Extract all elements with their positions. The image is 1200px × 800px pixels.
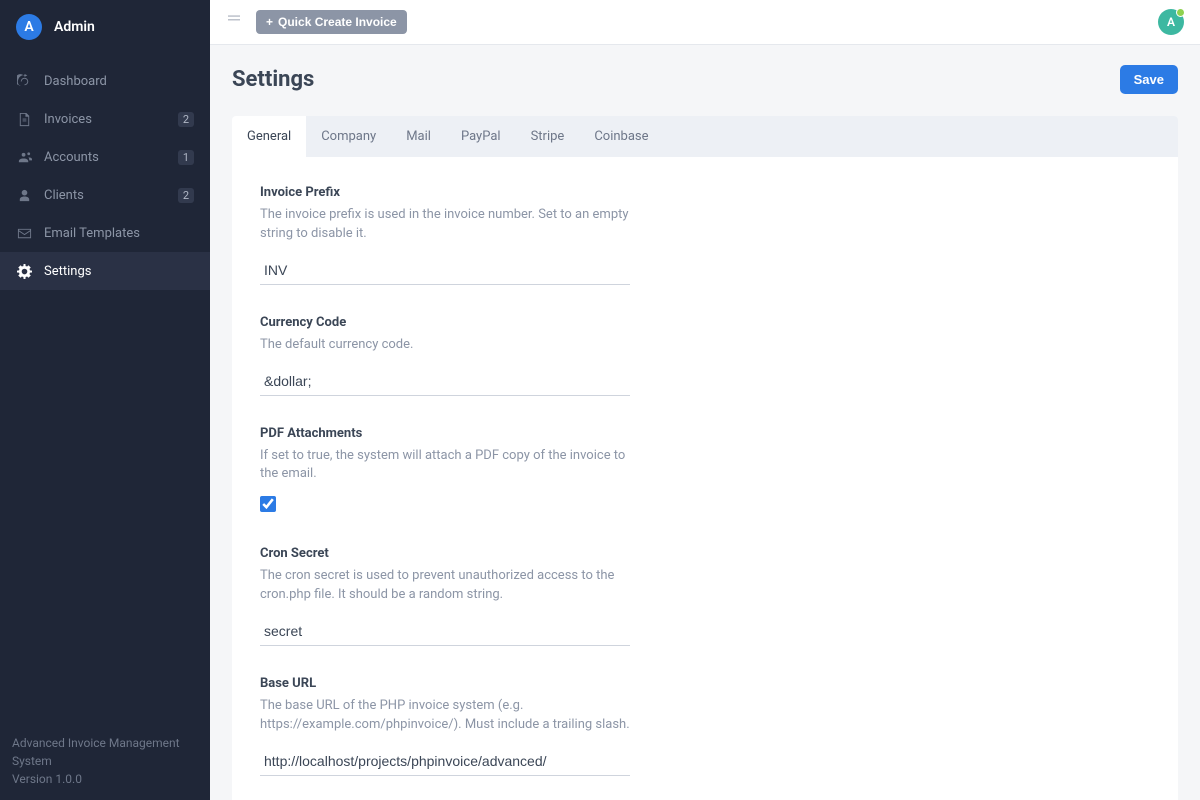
form-group-invoice-prefix: Invoice Prefix The invoice prefix is use… [260, 185, 630, 285]
main: + Quick Create Invoice A Settings Save G… [210, 0, 1200, 800]
base-url-input[interactable] [260, 747, 630, 776]
save-button[interactable]: Save [1120, 65, 1178, 94]
pdf-attachments-label: PDF Attachments [260, 426, 630, 441]
sidebar-footer: Advanced Invoice Management System Versi… [0, 724, 210, 800]
page-title: Settings [232, 67, 314, 92]
sidebar-item-clients[interactable]: Clients 2 [0, 176, 210, 214]
settings-icon [16, 263, 32, 279]
topbar: + Quick Create Invoice A [210, 0, 1200, 45]
currency-code-label: Currency Code [260, 315, 630, 330]
page-header: Settings Save [232, 65, 1178, 94]
quick-create-label: Quick Create Invoice [278, 15, 397, 29]
user-icon [16, 187, 32, 203]
tab-general[interactable]: General [232, 116, 306, 157]
base-url-desc: The base URL of the PHP invoice system (… [260, 697, 630, 735]
plus-icon: + [266, 15, 273, 29]
form-group-currency-code: Currency Code The default currency code. [260, 315, 630, 396]
cron-secret-label: Cron Secret [260, 546, 630, 561]
currency-code-input[interactable] [260, 367, 630, 396]
form-body: Invoice Prefix The invoice prefix is use… [232, 157, 1178, 800]
dashboard-icon [16, 73, 32, 89]
sidebar-item-label: Settings [44, 264, 91, 279]
menu-toggle-icon[interactable] [226, 14, 242, 30]
mail-icon [16, 225, 32, 241]
sidebar-badge: 1 [178, 150, 194, 165]
form-group-pdf-attachments: PDF Attachments If set to true, the syst… [260, 426, 630, 517]
sidebar-badge: 2 [178, 188, 194, 203]
pdf-attachments-desc: If set to true, the system will attach a… [260, 447, 630, 485]
sidebar-header: A Admin [0, 0, 210, 54]
brand-avatar: A [16, 14, 42, 40]
sidebar-badge: 2 [178, 112, 194, 127]
users-icon [16, 149, 32, 165]
sidebar-item-label: Accounts [44, 150, 99, 165]
sidebar-item-label: Clients [44, 188, 84, 203]
sidebar-item-email-templates[interactable]: Email Templates [0, 214, 210, 252]
invoice-prefix-desc: The invoice prefix is used in the invoic… [260, 206, 630, 244]
sidebar-item-dashboard[interactable]: Dashboard [0, 62, 210, 100]
topbar-right: A [1158, 9, 1184, 35]
brand-label: Admin [54, 19, 95, 35]
content: Settings Save General Company Mail PayPa… [210, 45, 1200, 800]
document-icon [16, 111, 32, 127]
form-group-base-url: Base URL The base URL of the PHP invoice… [260, 676, 630, 776]
footer-line1: Advanced Invoice Management System [12, 734, 198, 770]
cron-secret-desc: The cron secret is used to prevent unaut… [260, 567, 630, 605]
sidebar-nav: Dashboard Invoices 2 Accounts 1 Clients … [0, 54, 210, 724]
sidebar-item-label: Invoices [44, 112, 92, 127]
form-group-cron-secret: Cron Secret The cron secret is used to p… [260, 546, 630, 646]
sidebar-item-accounts[interactable]: Accounts 1 [0, 138, 210, 176]
tab-company[interactable]: Company [306, 116, 391, 157]
quick-create-invoice-button[interactable]: + Quick Create Invoice [256, 10, 407, 34]
sidebar-item-label: Dashboard [44, 74, 107, 89]
cron-secret-input[interactable] [260, 617, 630, 646]
sidebar-item-label: Email Templates [44, 226, 140, 241]
sidebar-item-settings[interactable]: Settings [0, 252, 210, 290]
sidebar: A Admin Dashboard Invoices 2 Accounts 1 … [0, 0, 210, 800]
topbar-left: + Quick Create Invoice [226, 10, 407, 34]
footer-line2: Version 1.0.0 [12, 770, 198, 788]
invoice-prefix-label: Invoice Prefix [260, 185, 630, 200]
settings-tabs: General Company Mail PayPal Stripe Coinb… [232, 116, 1178, 157]
currency-code-desc: The default currency code. [260, 336, 630, 355]
tab-stripe[interactable]: Stripe [516, 116, 580, 157]
sidebar-item-invoices[interactable]: Invoices 2 [0, 100, 210, 138]
tab-paypal[interactable]: PayPal [446, 116, 516, 157]
user-avatar[interactable]: A [1158, 9, 1184, 35]
invoice-prefix-input[interactable] [260, 256, 630, 285]
settings-card: General Company Mail PayPal Stripe Coinb… [232, 116, 1178, 800]
pdf-attachments-checkbox[interactable] [260, 496, 276, 512]
base-url-label: Base URL [260, 676, 630, 691]
tab-coinbase[interactable]: Coinbase [579, 116, 663, 157]
tab-mail[interactable]: Mail [391, 116, 446, 157]
